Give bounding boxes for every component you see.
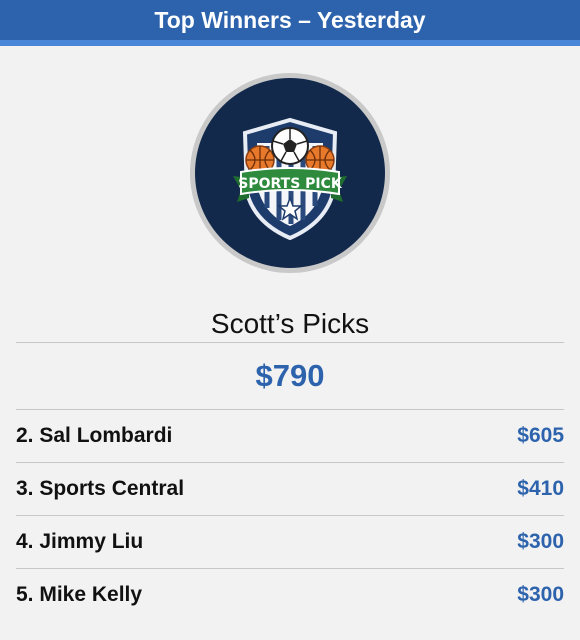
page-title: Top Winners – Yesterday	[154, 6, 426, 33]
row-name: 4. Jimmy Liu	[16, 530, 144, 553]
row-amount: $410	[517, 477, 564, 500]
avatar[interactable]: SPORTS PICK	[190, 73, 390, 273]
logo-banner-text: SPORTS PICK	[238, 176, 343, 192]
row-name: 3. Sports Central	[16, 477, 185, 500]
logo-disc: SPORTS PICK	[195, 78, 385, 268]
row-amount: $300	[517, 530, 564, 553]
row-amount: $605	[517, 424, 564, 447]
header-bar: Top Winners – Yesterday	[0, 0, 580, 46]
leaderboard-row[interactable]: 4. Jimmy Liu $300	[16, 515, 564, 568]
leaderboard-row[interactable]: 3. Sports Central $410	[16, 462, 564, 515]
row-name: 2. Sal Lombardi	[16, 424, 173, 447]
leaderboard-row[interactable]: 5. Mike Kelly $300	[16, 568, 564, 621]
top-winner-name: Scott’s Picks	[210, 308, 370, 339]
row-name: 5. Mike Kelly	[16, 583, 143, 606]
top-winner-amount: $790	[255, 358, 325, 393]
leaderboard-row[interactable]: 2. Sal Lombardi $605	[16, 409, 564, 462]
logo-container: SPORTS PICK	[0, 73, 580, 273]
sports-pick-logo-icon: SPORTS PICK	[233, 117, 347, 241]
row-amount: $300	[517, 583, 564, 606]
